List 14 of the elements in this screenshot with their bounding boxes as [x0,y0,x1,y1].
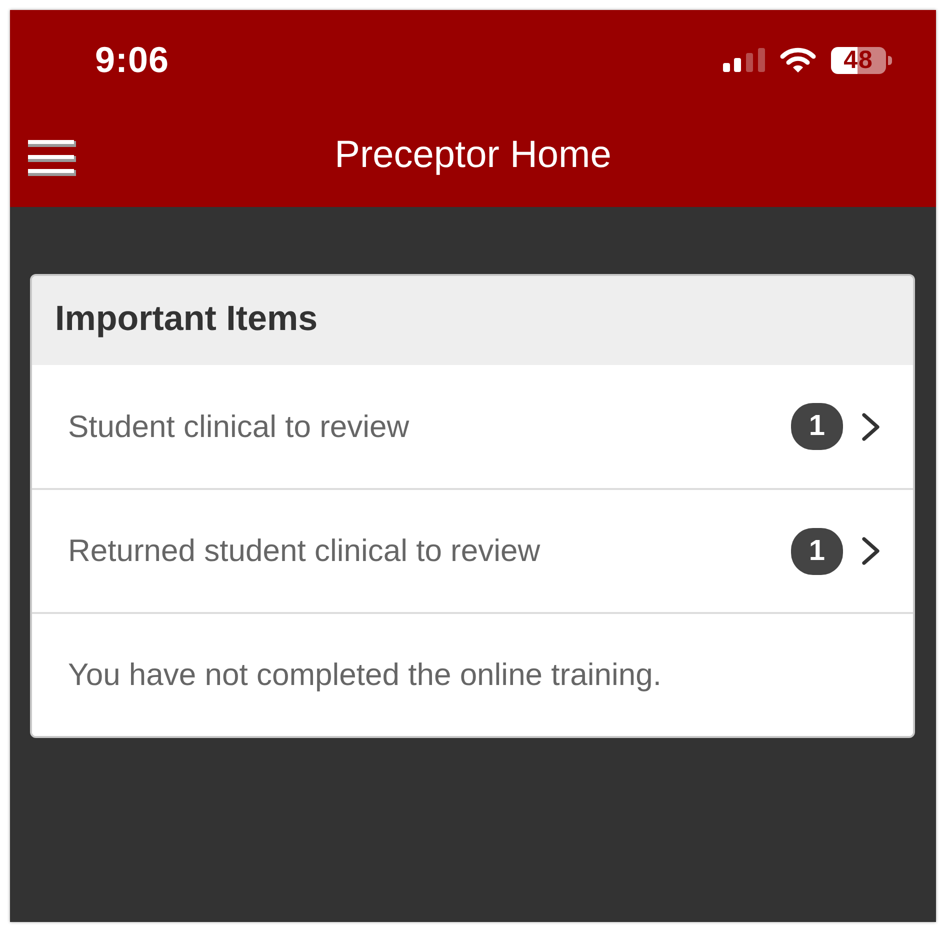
wifi-icon [780,47,816,73]
notice-text: You have not completed the online training. [68,657,662,693]
chevron-right-icon [862,537,880,565]
count-badge: 1 [791,403,843,450]
signal-icon [723,48,765,72]
menu-icon [28,140,76,176]
count-badge: 1 [791,528,843,574]
card-title: Important Items [55,298,318,338]
item-label: Student clinical to review [68,408,410,444]
chevron-right-icon [862,412,880,440]
item-label: Returned student clinical to review [68,533,540,569]
menu-button[interactable] [28,140,76,176]
status-time: 9:06 [95,39,170,81]
page-title: Preceptor Home [334,134,612,177]
